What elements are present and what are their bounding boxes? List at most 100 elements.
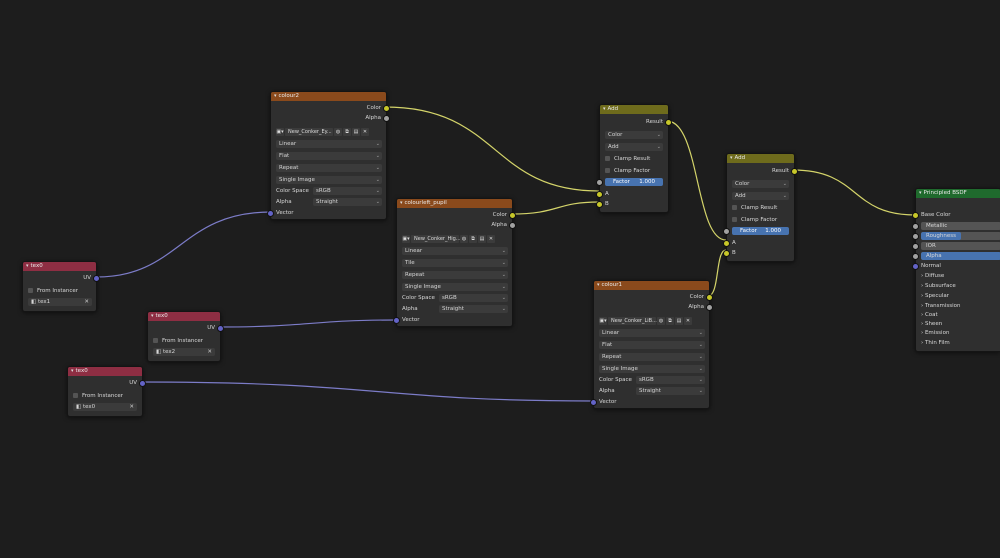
open-image-icon[interactable]: ▤ bbox=[352, 128, 360, 136]
image-name-field[interactable]: New_Conker_Ey... bbox=[285, 128, 333, 136]
uv-node-tex0[interactable]: ▾ tex0 UV From Instancer ◧ tex0 ✕ bbox=[67, 366, 146, 417]
collapse-caret-icon[interactable]: ▾ bbox=[274, 92, 277, 101]
factor-slider[interactable]: Factor 1.000 bbox=[605, 178, 663, 186]
clear-icon[interactable]: ✕ bbox=[129, 403, 134, 411]
image-browse-icon[interactable]: ▣▾ bbox=[402, 235, 410, 243]
panel-thin-film[interactable]: › Thin Film bbox=[921, 339, 950, 347]
image-name-field[interactable]: New_Conker_LiB... bbox=[608, 317, 657, 325]
output-alpha-socket[interactable] bbox=[383, 115, 390, 122]
collapse-caret-icon[interactable]: ▾ bbox=[26, 262, 29, 271]
duplicate-image-icon[interactable]: ⧉ bbox=[469, 235, 477, 243]
from-instancer-checkbox[interactable]: From Instancer bbox=[28, 287, 78, 295]
image-texture-node-colour2[interactable]: ▾ colour2 Color Alpha ▣▾ New_Conker_Ey...… bbox=[267, 91, 390, 220]
panel-coat[interactable]: › Coat bbox=[921, 311, 938, 319]
ior-slider[interactable]: IOR bbox=[921, 242, 1000, 250]
node-editor-canvas[interactable]: ▾ tex0 UV From Instancer ◧ tex1 ✕ ▾ tex0 UV… bbox=[0, 0, 1000, 558]
node-header[interactable]: ▾ colour1 bbox=[594, 281, 709, 290]
interpolation-dropdown[interactable]: Linear ⌄ bbox=[402, 247, 508, 255]
interpolation-dropdown[interactable]: Linear ⌄ bbox=[276, 140, 382, 148]
output-color-socket[interactable] bbox=[509, 212, 516, 219]
color-space-dropdown[interactable]: sRGB ⌄ bbox=[313, 187, 382, 195]
clear-icon[interactable]: ✕ bbox=[207, 348, 212, 356]
input-b-socket[interactable] bbox=[723, 250, 730, 257]
principled-bsdf-node[interactable]: ▾ Principled BSDF Base Color Metallic Rou… bbox=[912, 188, 1000, 352]
factor-slider[interactable]: Factor 1.000 bbox=[732, 227, 789, 235]
projection-dropdown[interactable]: Flat ⌄ bbox=[276, 152, 382, 160]
fake-user-icon[interactable]: ◍ bbox=[334, 128, 342, 136]
input-roughness-socket[interactable] bbox=[912, 233, 919, 240]
node-header[interactable]: ▾ tex0 bbox=[148, 312, 220, 321]
projection-dropdown[interactable]: Flat ⌄ bbox=[599, 341, 705, 349]
collapse-caret-icon[interactable]: ▾ bbox=[603, 105, 606, 114]
blend-mode-dropdown[interactable]: Add ⌄ bbox=[605, 143, 663, 151]
output-uv-socket[interactable] bbox=[217, 325, 224, 332]
alpha-slider[interactable]: Alpha bbox=[921, 252, 1000, 260]
alpha-mode-dropdown[interactable]: Straight ⌄ bbox=[439, 305, 508, 313]
collapse-caret-icon[interactable]: ▾ bbox=[730, 154, 733, 163]
clear-icon[interactable]: ✕ bbox=[84, 298, 89, 306]
extension-dropdown[interactable]: Repeat ⌄ bbox=[276, 164, 382, 172]
alpha-mode-dropdown[interactable]: Straight ⌄ bbox=[636, 387, 705, 395]
image-name-field[interactable]: New_Conker_Hig... bbox=[411, 235, 461, 243]
output-color-socket[interactable] bbox=[706, 294, 713, 301]
input-vector-socket[interactable] bbox=[267, 210, 274, 217]
input-factor-socket[interactable] bbox=[596, 179, 603, 186]
output-uv-socket[interactable] bbox=[139, 380, 146, 387]
output-result-socket[interactable] bbox=[665, 119, 672, 126]
attribute-field[interactable]: ◧ tex1 ✕ bbox=[28, 298, 92, 306]
collapse-caret-icon[interactable]: ▾ bbox=[71, 367, 74, 376]
panel-specular[interactable]: › Specular bbox=[921, 292, 949, 300]
image-texture-node-colourleft[interactable]: ▾ colourleft_pupil Color Alpha ▣▾ New_Con… bbox=[393, 198, 516, 327]
color-space-dropdown[interactable]: sRGB ⌄ bbox=[636, 376, 705, 384]
attribute-field[interactable]: ◧ tex2 ✕ bbox=[153, 348, 215, 356]
fake-user-icon[interactable]: ◍ bbox=[657, 317, 665, 325]
image-browse-icon[interactable]: ▣▾ bbox=[599, 317, 607, 325]
panel-sheen[interactable]: › Sheen bbox=[921, 320, 942, 328]
attribute-field[interactable]: ◧ tex0 ✕ bbox=[73, 403, 137, 411]
collapse-caret-icon[interactable]: ▾ bbox=[400, 199, 403, 208]
node-header[interactable]: ▾ tex0 bbox=[23, 262, 96, 271]
uv-node-tex1[interactable]: ▾ tex0 UV From Instancer ◧ tex1 ✕ bbox=[22, 261, 100, 312]
input-a-socket[interactable] bbox=[723, 240, 730, 247]
clamp-result-checkbox[interactable]: Clamp Result bbox=[605, 155, 650, 163]
clamp-result-checkbox[interactable]: Clamp Result bbox=[732, 204, 777, 212]
duplicate-image-icon[interactable]: ⧉ bbox=[666, 317, 674, 325]
mix-node-add-2[interactable]: ▾ Add Result Color ⌄ Add ⌄ Clamp Result Cla… bbox=[723, 153, 798, 262]
image-texture-node-colour1[interactable]: ▾ colour1 Color Alpha ▣▾ New_Conker_LiB..… bbox=[590, 280, 713, 409]
panel-diffuse[interactable]: › Diffuse bbox=[921, 272, 944, 280]
data-type-dropdown[interactable]: Color ⌄ bbox=[605, 131, 663, 139]
input-ior-socket[interactable] bbox=[912, 243, 919, 250]
data-type-dropdown[interactable]: Color ⌄ bbox=[732, 180, 789, 188]
unlink-image-icon[interactable]: ✕ bbox=[684, 317, 692, 325]
mix-node-add-1[interactable]: ▾ Add Result Color ⌄ Add ⌄ Clamp Result Cla… bbox=[596, 104, 672, 213]
collapse-caret-icon[interactable]: ▾ bbox=[597, 281, 600, 290]
input-normal-socket[interactable] bbox=[912, 263, 919, 270]
input-factor-socket[interactable] bbox=[723, 228, 730, 235]
input-vector-socket[interactable] bbox=[590, 399, 597, 406]
input-alpha-socket[interactable] bbox=[912, 253, 919, 260]
unlink-image-icon[interactable]: ✕ bbox=[361, 128, 369, 136]
fake-user-icon[interactable]: ◍ bbox=[460, 235, 468, 243]
unlink-image-icon[interactable]: ✕ bbox=[487, 235, 495, 243]
node-header[interactable]: ▾ Add bbox=[727, 154, 794, 163]
from-instancer-checkbox[interactable]: From Instancer bbox=[153, 337, 203, 345]
image-browse-icon[interactable]: ▣▾ bbox=[276, 128, 284, 136]
collapse-caret-icon[interactable]: ▾ bbox=[919, 189, 922, 198]
output-uv-socket[interactable] bbox=[93, 275, 100, 282]
clamp-factor-checkbox[interactable]: Clamp Factor bbox=[732, 216, 777, 224]
panel-transmission[interactable]: › Transmission bbox=[921, 302, 960, 310]
node-header[interactable]: ▾ tex0 bbox=[68, 367, 142, 376]
source-dropdown[interactable]: Single Image ⌄ bbox=[599, 365, 705, 373]
input-base-color-socket[interactable] bbox=[912, 212, 919, 219]
input-metallic-socket[interactable] bbox=[912, 223, 919, 230]
panel-emission[interactable]: › Emission bbox=[921, 329, 949, 337]
clamp-factor-checkbox[interactable]: Clamp Factor bbox=[605, 167, 650, 175]
output-result-socket[interactable] bbox=[791, 168, 798, 175]
node-header[interactable]: ▾ colour2 bbox=[271, 92, 386, 101]
projection-dropdown[interactable]: Tile ⌄ bbox=[402, 259, 508, 267]
node-header[interactable]: ▾ colourleft_pupil bbox=[397, 199, 512, 208]
extension-dropdown[interactable]: Repeat ⌄ bbox=[402, 271, 508, 279]
output-alpha-socket[interactable] bbox=[706, 304, 713, 311]
source-dropdown[interactable]: Single Image ⌄ bbox=[276, 176, 382, 184]
extension-dropdown[interactable]: Repeat ⌄ bbox=[599, 353, 705, 361]
